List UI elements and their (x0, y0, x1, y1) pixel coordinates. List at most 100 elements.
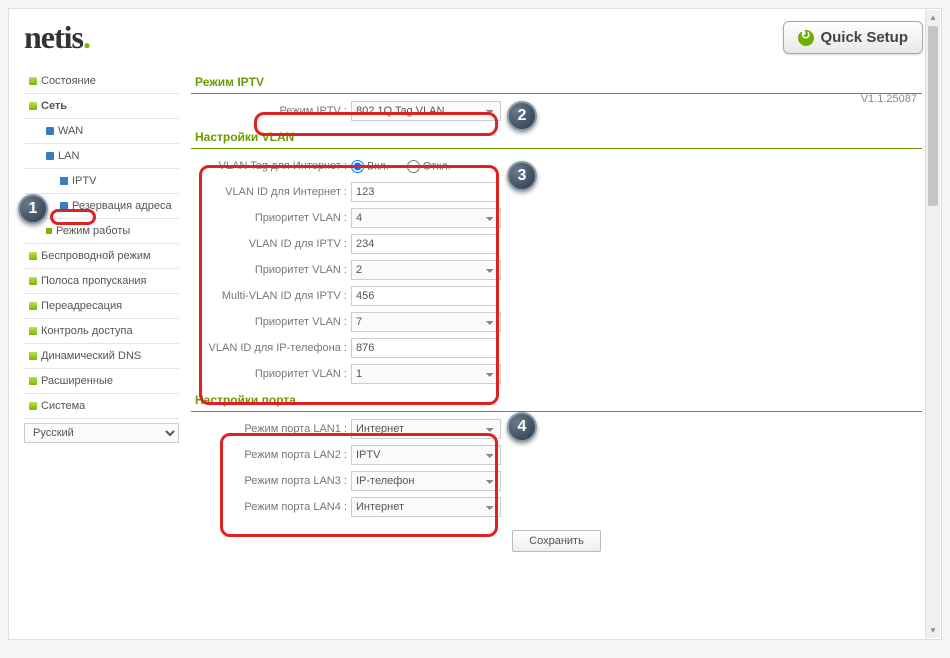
sidebar-item-lan[interactable]: LAN (24, 144, 179, 169)
content: Режим IPTV Режим IPTV 802.1Q Tag VLAN На… (179, 69, 926, 629)
row-vlan-id-phone: VLAN ID для IP-телефона (191, 335, 922, 361)
label-lan2: Режим порта LAN2 (191, 449, 351, 461)
scrollbar-up-icon[interactable]: ▴ (926, 10, 940, 25)
radio-vlan-on-label[interactable]: Вкл. (351, 160, 389, 173)
select-prio-iptv[interactable]: 2 (351, 260, 501, 280)
sidebar-label: LAN (58, 150, 79, 162)
row-lan3: Режим порта LAN3 IP-телефон (191, 468, 922, 494)
label-prio: Приоритет VLAN (191, 368, 351, 380)
label-vlan-id-internet: VLAN ID для Интернет (191, 186, 351, 198)
sidebar-item-iptv[interactable]: IPTV (24, 169, 179, 194)
annotation-number-4: 4 (507, 412, 537, 442)
row-prio-iptv: Приоритет VLAN 2 (191, 257, 922, 283)
header: netis. Quick Setup (9, 9, 941, 69)
row-vlan-id-iptv: VLAN ID для IPTV (191, 231, 922, 257)
label-lan1: Режим порта LAN1 (191, 423, 351, 435)
input-multi-vlan-id[interactable] (351, 286, 497, 306)
bullet-icon (60, 177, 68, 185)
logo: netis. (24, 19, 90, 55)
select-lan2[interactable]: IPTV (351, 445, 501, 465)
bullet-icon (29, 77, 37, 85)
sidebar-label: Сеть (41, 100, 67, 112)
bullet-icon (29, 252, 37, 260)
sidebar-item-access[interactable]: Контроль доступа (24, 319, 179, 344)
bullet-icon (46, 127, 54, 135)
scrollbar-down-icon[interactable]: ▾ (926, 623, 940, 638)
sidebar-item-wireless[interactable]: Беспроводной режим (24, 244, 179, 269)
label-prio: Приоритет VLAN (191, 264, 351, 276)
save-button[interactable]: Сохранить (512, 530, 601, 552)
annotation-number-2: 2 (507, 101, 537, 131)
bullet-icon (60, 202, 68, 210)
sidebar-item-status[interactable]: Состояние (24, 69, 179, 94)
firmware-version: V1.1.25087 (861, 93, 917, 105)
section-vlan-title: Настройки VLAN (191, 124, 922, 149)
radio-vlan-off-label[interactable]: Откл. (407, 160, 451, 173)
row-lan1: Режим порта LAN1 Интернет (191, 416, 922, 442)
sidebar-item-network[interactable]: Сеть (24, 94, 179, 119)
sidebar-item-bandwidth[interactable]: Полоса пропускания (24, 269, 179, 294)
bullet-icon (29, 377, 37, 385)
scrollbar[interactable]: ▴ ▾ (925, 10, 940, 638)
sidebar-item-advanced[interactable]: Расширенные (24, 369, 179, 394)
row-prio-phone: Приоритет VLAN 1 (191, 361, 922, 387)
label-prio: Приоритет VLAN (191, 316, 351, 328)
sidebar-item-system[interactable]: Система (24, 394, 179, 419)
label-multi-vlan-id: Multi-VLAN ID для IPTV (191, 290, 351, 302)
select-lan1[interactable]: Интернет (351, 419, 501, 439)
label-vlan-id-phone: VLAN ID для IP-телефона (191, 342, 351, 354)
quick-setup-button[interactable]: Quick Setup (783, 21, 923, 54)
bullet-icon (46, 152, 54, 160)
bullet-icon (29, 402, 37, 410)
section-port-title: Настройки порта (191, 387, 922, 412)
select-lan4[interactable]: Интернет (351, 497, 501, 517)
select-prio-internet[interactable]: 4 (351, 208, 501, 228)
row-vlan-id-internet: VLAN ID для Интернет (191, 179, 922, 205)
annotation-number-3: 3 (507, 161, 537, 191)
select-prio-phone[interactable]: 1 (351, 364, 501, 384)
sidebar-label: Контроль доступа (41, 325, 133, 337)
sidebar-label: IPTV (72, 175, 96, 187)
input-vlan-id-iptv[interactable] (351, 234, 497, 254)
row-prio-multi: Приоритет VLAN 7 (191, 309, 922, 335)
bullet-icon (29, 352, 37, 360)
bullet-icon (46, 228, 52, 234)
sidebar-label: Полоса пропускания (41, 275, 147, 287)
refresh-icon (798, 30, 814, 46)
sidebar-label: WAN (58, 125, 83, 137)
row-vlan-tag: VLAN Tag для Интернет Вкл. Откл. (191, 153, 922, 179)
sidebar: Состояние Сеть WAN LAN IPTV Резервация а… (24, 69, 179, 629)
sidebar-item-forwarding[interactable]: Переадресация (24, 294, 179, 319)
input-vlan-id-phone[interactable] (351, 338, 497, 358)
row-multi-vlan-id: Multi-VLAN ID для IPTV (191, 283, 922, 309)
sidebar-item-wan[interactable]: WAN (24, 119, 179, 144)
main: Состояние Сеть WAN LAN IPTV Резервация а… (9, 69, 941, 629)
bullet-icon (29, 102, 37, 110)
language-select[interactable]: Русский (24, 423, 179, 443)
sidebar-item-ddns[interactable]: Динамический DNS (24, 344, 179, 369)
sidebar-label: Резервация адреса (72, 200, 172, 212)
bullet-icon (29, 327, 37, 335)
bullet-icon (29, 277, 37, 285)
label-vlan-id-iptv: VLAN ID для IPTV (191, 238, 351, 250)
section-iptv-mode-title: Режим IPTV (191, 69, 922, 94)
select-prio-multi[interactable]: 7 (351, 312, 501, 332)
radio-vlan-off[interactable] (407, 160, 420, 173)
sidebar-label: Динамический DNS (41, 350, 141, 362)
sidebar-label: Режим работы (56, 225, 130, 237)
row-prio-internet: Приоритет VLAN 4 (191, 205, 922, 231)
sidebar-label: Переадресация (41, 300, 122, 312)
sidebar-item-mode[interactable]: Режим работы (24, 219, 179, 244)
input-vlan-id-internet[interactable] (351, 182, 497, 202)
sidebar-label: Система (41, 400, 85, 412)
radio-vlan-on[interactable] (351, 160, 364, 173)
select-iptv-mode[interactable]: 802.1Q Tag VLAN (351, 101, 501, 121)
select-lan3[interactable]: IP-телефон (351, 471, 501, 491)
sidebar-label: Беспроводной режим (41, 250, 151, 262)
label-prio: Приоритет VLAN (191, 212, 351, 224)
sidebar-label: Расширенные (41, 375, 113, 387)
scrollbar-thumb[interactable] (928, 26, 938, 206)
label-iptv-mode: Режим IPTV (191, 105, 351, 117)
sidebar-label: Состояние (41, 75, 96, 87)
bullet-icon (29, 302, 37, 310)
